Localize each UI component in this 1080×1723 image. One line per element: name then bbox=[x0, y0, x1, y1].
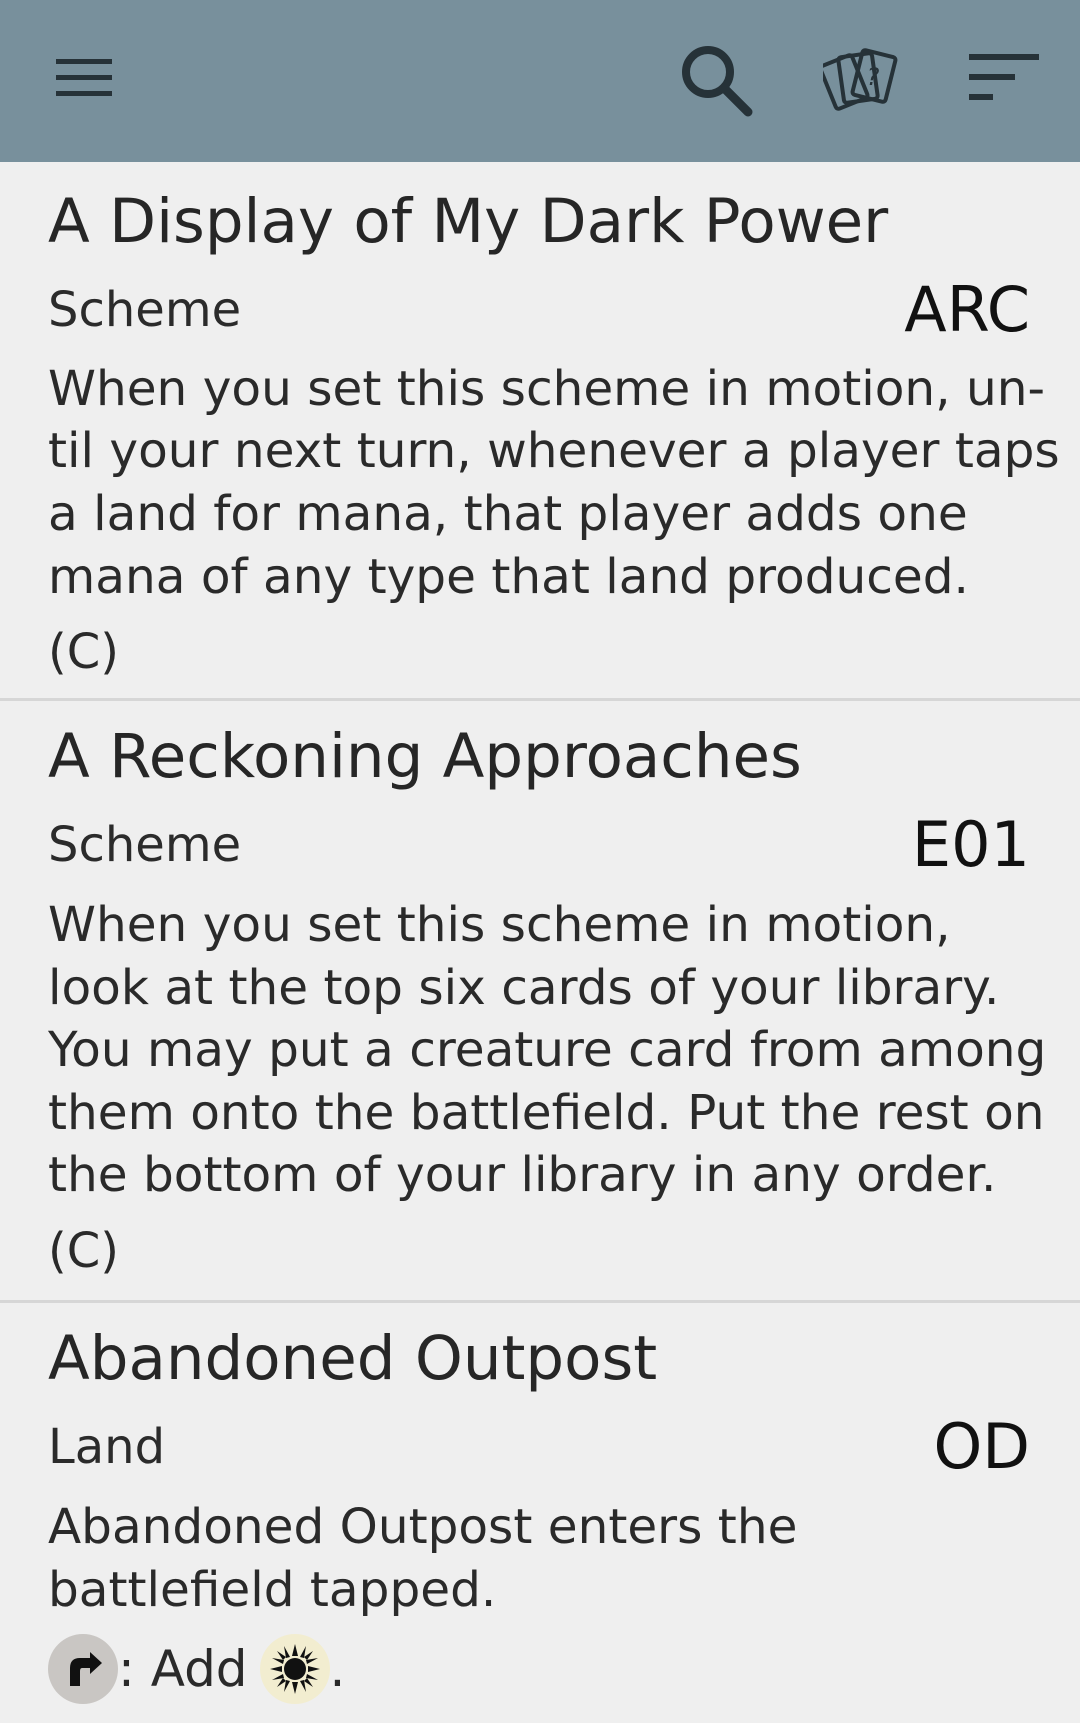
sort-icon[interactable] bbox=[954, 36, 1054, 120]
mana-ability-text: : Add bbox=[118, 1640, 248, 1698]
card-name: Abandoned Outpost bbox=[48, 1323, 658, 1394]
card-text-line: a land for mana, that player adds one bbox=[48, 486, 968, 542]
card-set-code: OD bbox=[933, 1410, 1030, 1483]
card-text-line: When you set this scheme in motion, un- bbox=[48, 361, 1045, 417]
mana-ability-line: : Add . bbox=[48, 1631, 345, 1707]
card-name: A Display of My Dark Power bbox=[48, 186, 889, 257]
svg-text:?: ? bbox=[867, 63, 880, 91]
card-rarity: (C) bbox=[48, 624, 119, 680]
card-text-line: them onto the battlefield. Put the rest … bbox=[48, 1085, 1045, 1141]
app-toolbar: ? bbox=[0, 0, 1080, 162]
card-rarity: (C) bbox=[48, 1223, 119, 1279]
white-mana-sun-icon bbox=[259, 1634, 330, 1704]
list-item[interactable]: Abandoned Outpost Land OD Abandoned Outp… bbox=[0, 1303, 1080, 1723]
list-item[interactable]: A Display of My Dark Power Scheme ARC Wh… bbox=[0, 162, 1080, 701]
card-type: Scheme bbox=[48, 817, 242, 873]
card-text-line: You may put a creature card from among bbox=[48, 1022, 1047, 1078]
card-text-line: When you set this scheme in motion, bbox=[48, 897, 951, 953]
card-type: Land bbox=[48, 1419, 166, 1475]
cards-question-icon[interactable]: ? bbox=[808, 30, 918, 130]
mana-ability-end: . bbox=[329, 1640, 346, 1698]
card-set-code: ARC bbox=[904, 273, 1030, 346]
card-type: Scheme bbox=[48, 282, 242, 338]
card-text-line: the bottom of your library in any order. bbox=[48, 1147, 997, 1203]
tap-symbol-icon bbox=[48, 1634, 118, 1704]
search-icon[interactable] bbox=[664, 30, 768, 130]
card-list[interactable]: A Display of My Dark Power Scheme ARC Wh… bbox=[0, 162, 1080, 1723]
card-text-line: battlefield tapped. bbox=[48, 1562, 497, 1618]
hamburger-menu-icon[interactable] bbox=[34, 36, 134, 120]
card-text-line: til your next turn, whenever a player ta… bbox=[48, 423, 1060, 479]
card-text-line: mana of any type that land produced. bbox=[48, 549, 969, 605]
card-text-line: Abandoned Outpost enters the bbox=[48, 1499, 798, 1555]
card-set-code: E01 bbox=[911, 808, 1030, 881]
list-item[interactable]: A Reckoning Approaches Scheme E01 When y… bbox=[0, 701, 1080, 1303]
card-text-line: look at the top six cards of your librar… bbox=[48, 960, 1000, 1016]
card-name: A Reckoning Approaches bbox=[48, 721, 802, 792]
